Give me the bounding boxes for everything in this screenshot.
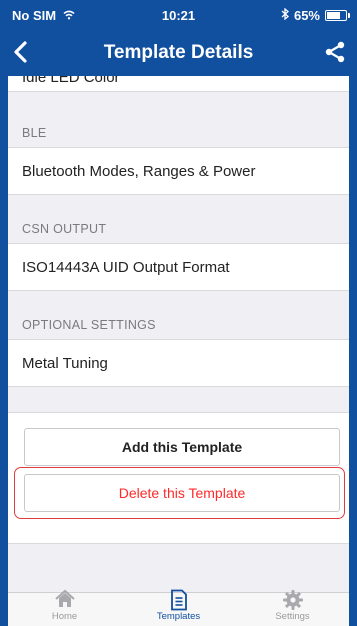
tab-templates-label: Templates bbox=[156, 611, 201, 622]
share-button[interactable] bbox=[323, 40, 347, 64]
list-item-label: Idle LED Color bbox=[22, 76, 120, 86]
status-bar: No SIM 10:21 65% bbox=[0, 0, 357, 30]
list-item-label: Metal Tuning bbox=[22, 354, 108, 372]
tab-templates[interactable]: Templates bbox=[122, 589, 235, 626]
section-header-ble: BLE bbox=[22, 126, 47, 140]
document-icon bbox=[170, 589, 187, 611]
list-item-label: Bluetooth Modes, Ranges & Power bbox=[22, 162, 256, 180]
status-right: 65% bbox=[281, 7, 350, 23]
gear-icon bbox=[282, 590, 303, 610]
navigation-bar: Template Details bbox=[0, 30, 357, 76]
battery-icon bbox=[325, 10, 350, 21]
list-item-bluetooth-modes[interactable]: Bluetooth Modes, Ranges & Power bbox=[8, 147, 349, 195]
add-template-button[interactable]: Add this Template bbox=[24, 428, 340, 466]
battery-percent: 65% bbox=[293, 8, 320, 23]
section-header-csn-output: CSN OUTPUT bbox=[22, 222, 107, 236]
home-icon bbox=[54, 589, 75, 607]
share-icon bbox=[325, 41, 345, 63]
section-header-optional-settings: OPTIONAL SETTINGS bbox=[22, 318, 156, 332]
delete-template-button[interactable]: Delete this Template bbox=[24, 474, 340, 512]
page-title: Template Details bbox=[103, 42, 254, 63]
template-details-list[interactable]: Idle LED Color BLE Bluetooth Modes, Rang… bbox=[8, 76, 349, 592]
list-item-label: ISO14443A UID Output Format bbox=[22, 258, 230, 276]
tab-home[interactable]: Home bbox=[8, 589, 121, 626]
tab-home-label: Home bbox=[51, 611, 78, 622]
tab-bar: Home Templates Settings bbox=[8, 589, 349, 626]
list-item-iso14443a-uid[interactable]: ISO14443A UID Output Format bbox=[8, 243, 349, 291]
list-item-idle-led-color[interactable]: Idle LED Color bbox=[8, 76, 349, 92]
tab-settings[interactable]: Settings bbox=[236, 590, 349, 626]
list-item-metal-tuning[interactable]: Metal Tuning bbox=[8, 339, 349, 387]
device-frame: No SIM 10:21 65% Template Details Idle L… bbox=[0, 0, 357, 626]
bluetooth-icon bbox=[281, 7, 289, 23]
battery-level bbox=[327, 12, 340, 19]
tab-settings-label: Settings bbox=[275, 611, 310, 622]
